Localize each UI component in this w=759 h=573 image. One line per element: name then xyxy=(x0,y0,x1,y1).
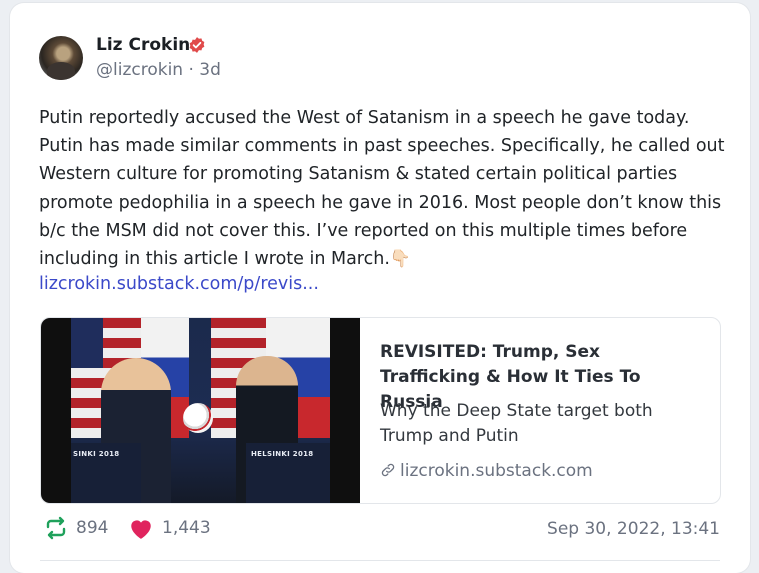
like-count: 1,443 xyxy=(162,518,211,538)
podium-left-text: SINKI 2018 xyxy=(73,450,120,458)
post-body: Putin reportedly accused the West of Sat… xyxy=(39,104,729,273)
author-name[interactable]: Liz Crokin xyxy=(96,35,190,55)
link-preview-card[interactable]: SINKI 2018 HELSINKI 2018 REVISITED: Trum… xyxy=(40,317,721,504)
preview-image: SINKI 2018 HELSINKI 2018 xyxy=(41,318,360,503)
divider xyxy=(40,560,720,561)
preview-domain-text: lizcrokin.substack.com xyxy=(400,461,593,481)
preview-description: Why the Deep State target both Trump and… xyxy=(380,401,653,446)
post-age[interactable]: 3d xyxy=(199,60,221,80)
like-stat[interactable]: 1,443 xyxy=(128,516,211,540)
podium-right-text: HELSINKI 2018 xyxy=(251,450,314,458)
author-handle[interactable]: @lizcrokin xyxy=(96,60,183,80)
repost-icon[interactable] xyxy=(44,516,68,540)
post-text: Putin reportedly accused the West of Sat… xyxy=(39,108,725,270)
heart-icon[interactable] xyxy=(128,516,154,540)
link-icon xyxy=(381,463,395,477)
author-meta: @lizcrokin · 3d xyxy=(96,60,221,80)
pointing-down-emoji: 👇🏻 xyxy=(389,249,412,270)
post-timestamp[interactable]: Sep 30, 2022, 13:41 xyxy=(547,519,720,539)
post-stats: 894 1,443 Sep 30, 2022, 13:41 xyxy=(40,516,720,548)
post-card: Liz Crokin @lizcrokin · 3d Putin reporte… xyxy=(10,3,750,573)
repost-stat[interactable]: 894 xyxy=(44,516,108,540)
author-avatar[interactable] xyxy=(39,36,83,80)
soccer-ball xyxy=(183,403,213,433)
preview-domain: lizcrokin.substack.com xyxy=(380,461,593,481)
post-link[interactable]: lizcrokin.substack.com/p/revis... xyxy=(39,274,319,294)
verified-badge-icon xyxy=(189,37,205,53)
meta-separator: · xyxy=(188,60,194,80)
preview-photo: SINKI 2018 HELSINKI 2018 xyxy=(71,318,330,503)
repost-count: 894 xyxy=(76,518,109,538)
